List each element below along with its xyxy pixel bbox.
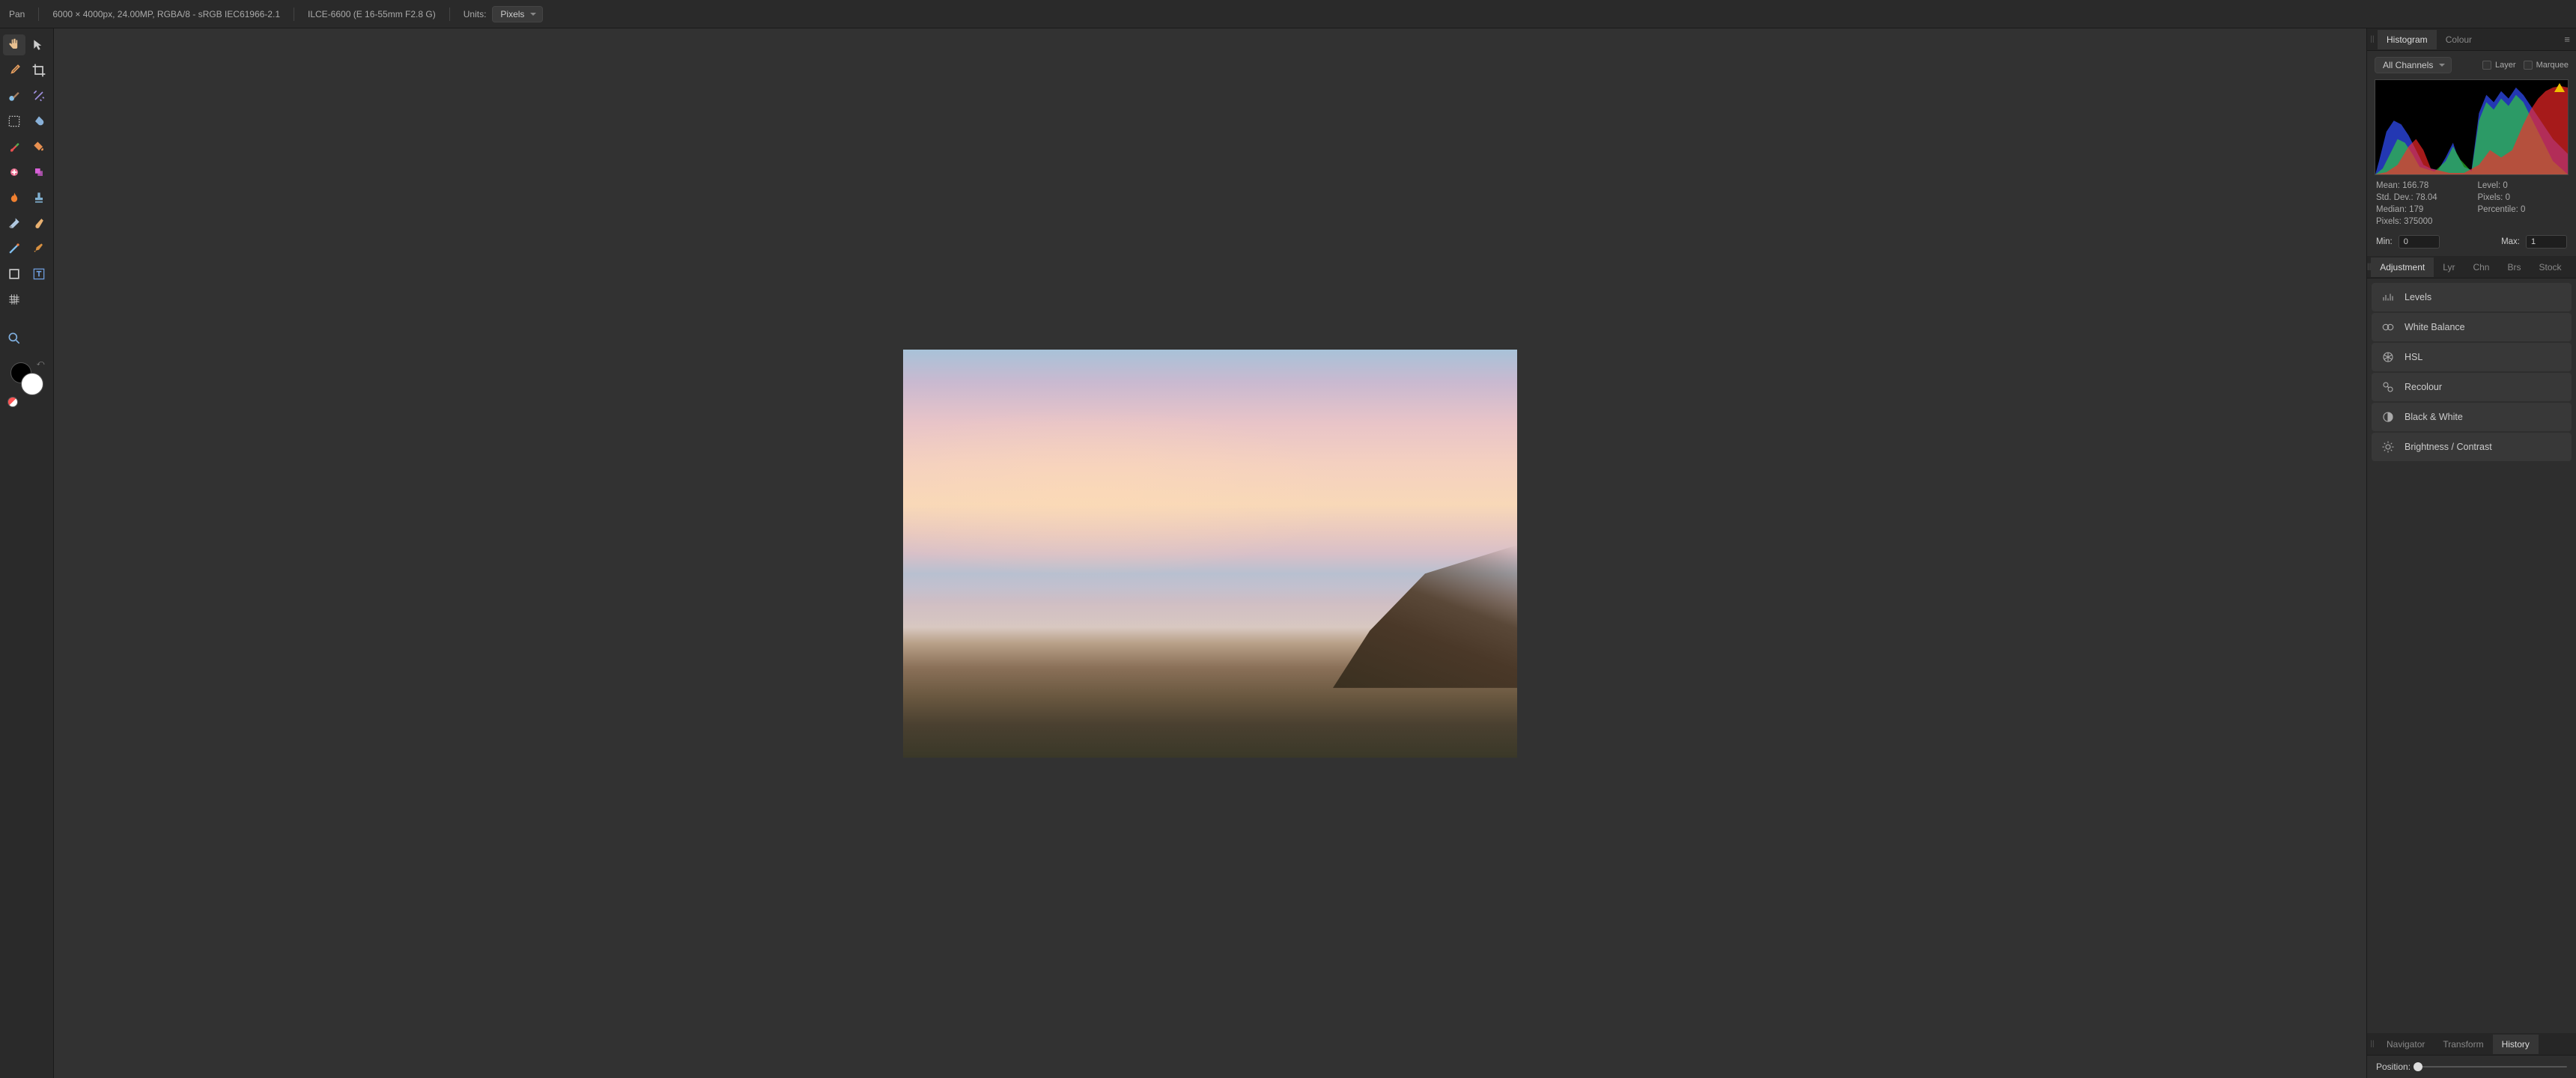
- tab-history[interactable]: History: [2493, 1035, 2539, 1054]
- stat-pixels: Pixels: 375000: [2376, 217, 2466, 226]
- stat-level: Level: 0: [2478, 181, 2568, 190]
- position-slider[interactable]: [2418, 1066, 2567, 1068]
- stat-percentile: Percentile: 0: [2478, 205, 2568, 214]
- separator: [449, 7, 450, 21]
- panel-menu-icon[interactable]: ≡: [2571, 258, 2576, 275]
- units-label: Units:: [464, 9, 487, 19]
- foreground-color-swatch[interactable]: [21, 373, 43, 395]
- hsl-icon: [2381, 350, 2396, 365]
- levels-icon: [2381, 290, 2396, 305]
- histogram-panel-tabs: || Histogram Colour ≡: [2367, 28, 2576, 51]
- adjustment-black-white[interactable]: Black & White: [2372, 403, 2572, 431]
- no-color-swatch[interactable]: [7, 397, 18, 407]
- mesh-warp-tool[interactable]: [3, 289, 25, 310]
- stat-mean: Mean: 166.78: [2376, 181, 2466, 190]
- smudge-tool[interactable]: [28, 213, 51, 234]
- shape-tool[interactable]: [3, 264, 25, 284]
- stat-pixels-right: Pixels: 0: [2478, 193, 2568, 202]
- swap-colors-icon[interactable]: ⤺: [37, 359, 45, 368]
- stamp-tool[interactable]: [28, 187, 51, 208]
- camera-info: ILCE-6600 (E 16-55mm F2.8 G): [308, 9, 436, 19]
- adjustment-recolour[interactable]: Recolour: [2372, 373, 2572, 401]
- white-balance-icon: [2381, 320, 2396, 335]
- stat-median: Median: 179: [2376, 205, 2466, 214]
- active-tool-label: Pan: [9, 9, 25, 19]
- zoom-tool[interactable]: [3, 328, 25, 349]
- adjustment-panel-tabs: || Adjustment Lyr Chn Brs Stock ≡: [2367, 256, 2576, 278]
- move-tool[interactable]: [28, 34, 51, 55]
- navigator-panel-tabs: || Navigator Transform History ≡: [2367, 1033, 2576, 1056]
- tab-histogram[interactable]: Histogram: [2378, 30, 2437, 49]
- canvas-viewport[interactable]: [54, 28, 2366, 1078]
- panel-grip-icon[interactable]: ||: [2367, 35, 2378, 43]
- stat-stddev: Std. Dev.: 78.04: [2376, 193, 2466, 202]
- text-tool[interactable]: [28, 264, 51, 284]
- layer-checkbox[interactable]: Layer: [2482, 61, 2516, 70]
- tab-chn[interactable]: Chn: [2464, 258, 2498, 277]
- magic-wand-tool[interactable]: [28, 85, 51, 106]
- clone-tool[interactable]: [28, 162, 51, 183]
- min-input[interactable]: [2399, 235, 2440, 249]
- marquee-checkbox[interactable]: Marquee: [2524, 61, 2569, 70]
- top-info-bar: Pan 6000 × 4000px, 24.00MP, RGBA/8 - sRG…: [0, 0, 2576, 28]
- adjustment-brightness-contrast[interactable]: Brightness / Contrast: [2372, 433, 2572, 461]
- tab-navigator[interactable]: Navigator: [2378, 1035, 2434, 1054]
- fill-tool[interactable]: [28, 136, 51, 157]
- adjustment-white-balance[interactable]: White Balance: [2372, 313, 2572, 341]
- color-swatches: ⤺: [3, 362, 50, 407]
- selection-brush-tool[interactable]: [3, 85, 25, 106]
- separator: [38, 7, 39, 21]
- crop-tool[interactable]: [28, 60, 51, 81]
- max-label: Max:: [2501, 237, 2520, 246]
- clipping-warning-icon: [2554, 83, 2565, 92]
- panel-menu-icon[interactable]: ≡: [2558, 31, 2576, 48]
- tab-colour[interactable]: Colour: [2437, 30, 2481, 49]
- image-info: 6000 × 4000px, 24.00MP, RGBA/8 - sRGB IE…: [52, 9, 280, 19]
- min-label: Min:: [2376, 237, 2393, 246]
- units-select[interactable]: Pixels: [492, 6, 543, 22]
- position-label: Position:: [2376, 1062, 2411, 1072]
- eraser-tool[interactable]: [3, 213, 25, 234]
- channels-select[interactable]: All Channels: [2375, 57, 2452, 73]
- black-white-icon: [2381, 409, 2396, 424]
- tools-panel: ⤺: [0, 28, 54, 1078]
- adjustment-list: Levels White Balance HSL Recolour Black …: [2367, 278, 2576, 1033]
- right-panel: || Histogram Colour ≡ All Channels Layer…: [2366, 28, 2576, 1078]
- panel-grip-icon[interactable]: ||: [2367, 1040, 2378, 1048]
- document-image: [903, 350, 1517, 758]
- tab-stock[interactable]: Stock: [2530, 258, 2570, 277]
- heal-brush-tool[interactable]: [3, 162, 25, 183]
- histogram-stats: Mean: 166.78 Level: 0 Std. Dev.: 78.04 P…: [2367, 175, 2576, 232]
- tab-adjustment[interactable]: Adjustment: [2371, 258, 2434, 277]
- recolour-icon: [2381, 380, 2396, 395]
- flood-select-tool[interactable]: [28, 111, 51, 132]
- pan-tool[interactable]: [3, 34, 25, 55]
- gradient-tool[interactable]: [3, 238, 25, 259]
- pen-tool[interactable]: [28, 238, 51, 259]
- tab-lyr[interactable]: Lyr: [2434, 258, 2464, 277]
- tab-transform[interactable]: Transform: [2434, 1035, 2492, 1054]
- brightness-icon: [2381, 439, 2396, 454]
- color-picker-tool[interactable]: [3, 60, 25, 81]
- marquee-tool[interactable]: [3, 111, 25, 132]
- max-input[interactable]: [2526, 235, 2567, 249]
- paint-brush-tool[interactable]: [3, 136, 25, 157]
- adjustment-hsl[interactable]: HSL: [2372, 343, 2572, 371]
- histogram-display: [2375, 79, 2569, 175]
- tab-brs[interactable]: Brs: [2498, 258, 2530, 277]
- adjustment-levels[interactable]: Levels: [2372, 283, 2572, 311]
- burn-tool[interactable]: [3, 187, 25, 208]
